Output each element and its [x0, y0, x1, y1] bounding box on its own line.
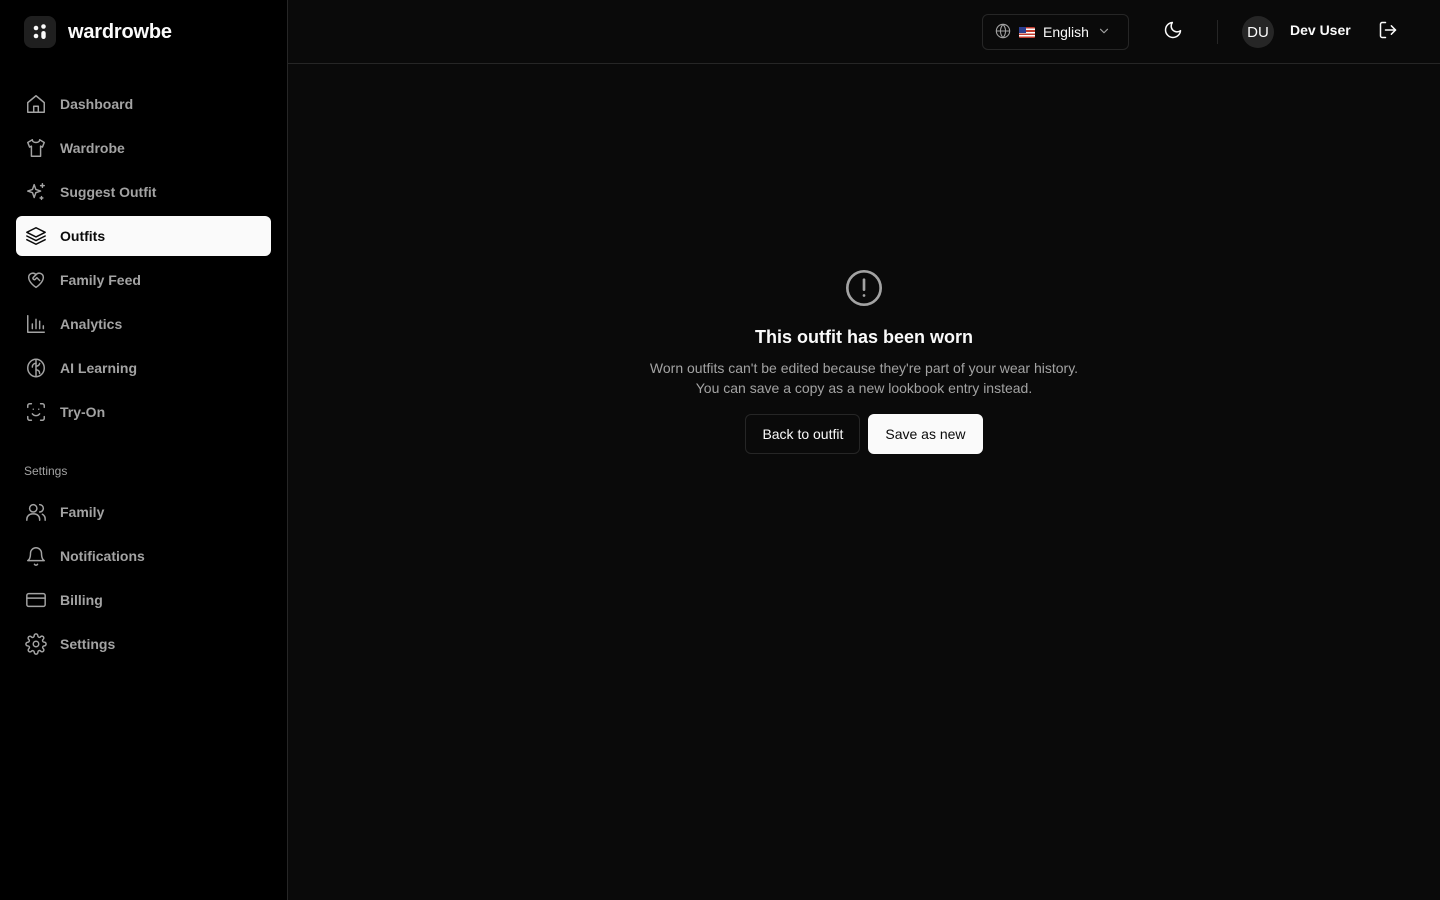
theme-toggle-button[interactable] [1157, 16, 1189, 48]
main-content: This outfit has been worn Worn outfits c… [288, 64, 1440, 900]
notice-actions: Back to outfit Save as new [745, 414, 983, 454]
sidebar-item-label: Notifications [60, 548, 145, 564]
heart-handshake-icon [24, 268, 48, 292]
globe-icon [995, 23, 1011, 42]
layers-icon [24, 224, 48, 248]
sidebar: wardrowbe Dashboard Wardrobe Suggest Out… [0, 0, 288, 900]
settings-section-title: Settings [24, 464, 68, 478]
bell-icon [24, 544, 48, 568]
sidebar-item-ai-learning[interactable]: AI Learning [16, 348, 271, 388]
sidebar-item-dashboard[interactable]: Dashboard [16, 84, 271, 124]
sidebar-item-wardrobe[interactable]: Wardrobe [16, 128, 271, 168]
gear-icon [24, 632, 48, 656]
sidebar-item-label: Family [60, 504, 105, 520]
sidebar-item-analytics[interactable]: Analytics [16, 304, 271, 344]
sidebar-item-label: Outfits [60, 228, 106, 244]
alert-circle-icon [844, 268, 884, 313]
sidebar-item-settings[interactable]: Settings [16, 624, 271, 664]
scan-face-icon [24, 400, 48, 424]
sidebar-item-label: Settings [60, 636, 116, 652]
sidebar-item-label: Suggest Outfit [60, 184, 157, 200]
sidebar-item-label: Dashboard [60, 96, 134, 112]
users-icon [24, 500, 48, 524]
user-name: Dev User [1290, 22, 1351, 38]
logout-button[interactable] [1374, 18, 1402, 46]
header-divider [1217, 20, 1218, 44]
sidebar-item-billing[interactable]: Billing [16, 580, 271, 620]
sparkles-icon [24, 180, 48, 204]
back-to-outfit-button[interactable]: Back to outfit [745, 414, 861, 454]
save-as-new-button[interactable]: Save as new [868, 414, 983, 454]
brain-icon [24, 356, 48, 380]
notice-description: Worn outfits can't be edited because the… [649, 360, 1079, 396]
sidebar-item-family-feed[interactable]: Family Feed [16, 260, 271, 300]
sidebar-item-try-on[interactable]: Try-On [16, 392, 271, 432]
logout-icon [1378, 20, 1398, 45]
sidebar-item-label: Family Feed [60, 272, 141, 288]
home-icon [24, 92, 48, 116]
sidebar-item-label: Billing [60, 592, 103, 608]
app-root: wardrowbe Dashboard Wardrobe Suggest Out… [0, 0, 1440, 900]
moon-icon [1163, 20, 1183, 45]
dots-logo-icon [24, 16, 56, 48]
us-flag-icon [1019, 26, 1035, 38]
shirt-icon [24, 136, 48, 160]
language-label: English [1043, 24, 1089, 40]
sidebar-item-suggest-outfit[interactable]: Suggest Outfit [16, 172, 271, 212]
brand-name: wardrowbe [68, 20, 172, 43]
settings-nav: Family Notifications Billing Settings [16, 492, 271, 668]
bar-chart-icon [24, 312, 48, 336]
language-select[interactable]: English [982, 14, 1129, 50]
chevron-down-icon [1097, 24, 1111, 41]
top-header: English DU Dev User [288, 0, 1440, 64]
sidebar-item-label: Try-On [60, 404, 106, 420]
main-nav: Dashboard Wardrobe Suggest Outfit Outfit… [16, 84, 271, 436]
notice-title: This outfit has been worn [754, 327, 973, 347]
avatar[interactable]: DU [1242, 16, 1274, 48]
sidebar-item-notifications[interactable]: Notifications [16, 536, 271, 576]
sidebar-item-label: Wardrobe [60, 140, 125, 156]
sidebar-item-label: AI Learning [60, 360, 138, 376]
sidebar-item-outfits[interactable]: Outfits [16, 216, 271, 256]
credit-card-icon [24, 588, 48, 612]
sidebar-item-label: Analytics [60, 316, 123, 332]
brand[interactable]: wardrowbe [24, 16, 172, 48]
worn-outfit-notice: This outfit has been worn Worn outfits c… [288, 268, 1440, 454]
sidebar-item-family[interactable]: Family [16, 492, 271, 532]
